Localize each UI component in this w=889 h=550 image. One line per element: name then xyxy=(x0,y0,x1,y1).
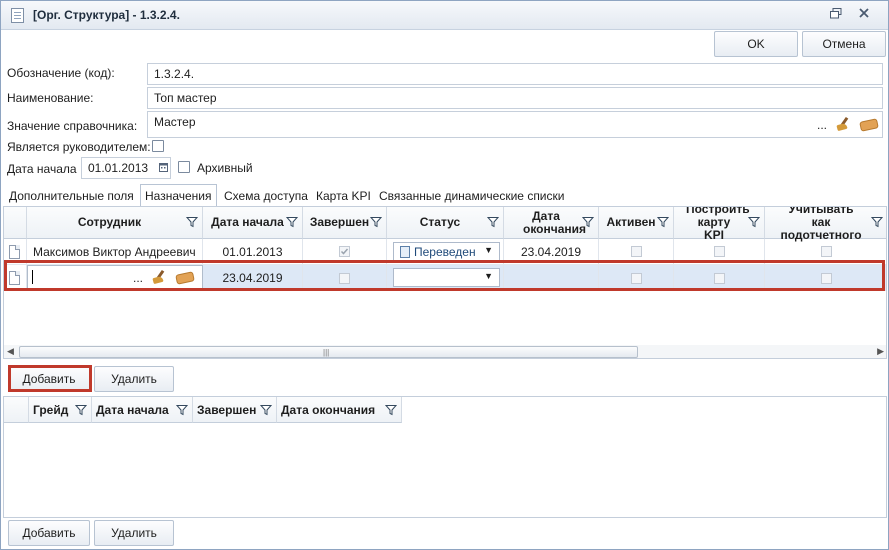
start-date-field[interactable]: 01.01.2013 xyxy=(81,157,171,179)
name-label: Наименование: xyxy=(7,91,94,105)
status-select[interactable]: Переведен ▼ xyxy=(393,242,500,261)
tab-linked-lists[interactable]: Связанные динамические списки xyxy=(375,187,568,206)
grades-grid: Грейд Дата начала Завершен Дата окончани… xyxy=(3,396,887,518)
tab-assignments[interactable]: Назначения xyxy=(140,184,217,207)
document-icon xyxy=(9,244,20,259)
filter-icon[interactable] xyxy=(260,404,272,416)
filter-icon[interactable] xyxy=(487,216,499,228)
ok-button[interactable]: OK xyxy=(714,31,798,57)
tab-access-scheme[interactable]: Схема доступа xyxy=(220,187,312,206)
restore-icon[interactable] xyxy=(823,4,849,22)
scroll-thumb[interactable]: ||| xyxy=(19,346,638,358)
delete-button[interactable]: Удалить xyxy=(94,366,174,392)
column-grade-completed[interactable]: Завершен xyxy=(193,397,277,423)
filter-icon[interactable] xyxy=(657,216,669,228)
filter-icon[interactable] xyxy=(748,216,760,228)
dict-ellipsis-button[interactable]: ... xyxy=(817,118,827,132)
add-grade-button[interactable]: Добавить xyxy=(8,520,90,546)
chevron-down-icon[interactable]: ▼ xyxy=(484,245,493,255)
filter-icon[interactable] xyxy=(582,216,594,228)
column-completed[interactable]: Завершен xyxy=(303,207,387,239)
cancel-button[interactable]: Отмена xyxy=(802,31,886,57)
column-status[interactable]: Статус xyxy=(387,207,504,239)
active-checkbox[interactable] xyxy=(630,246,642,257)
grip-icon: ||| xyxy=(323,348,330,357)
code-field[interactable]: 1.3.2.4. xyxy=(147,63,883,85)
window-title: [Орг. Структура] - 1.3.2.4. xyxy=(33,8,180,22)
filter-icon[interactable] xyxy=(75,404,87,416)
close-icon[interactable] xyxy=(851,4,877,22)
status-icon xyxy=(400,245,410,258)
dict-label: Значение справочника: xyxy=(7,119,138,133)
add-button-highlight xyxy=(8,365,92,392)
column-build-kpi[interactable]: Построить карту KPI xyxy=(674,207,765,242)
scroll-left-icon[interactable]: ◀ xyxy=(7,346,14,357)
delete-grade-button[interactable]: Удалить xyxy=(94,520,174,546)
archived-checkbox[interactable] xyxy=(178,161,190,173)
dict-value: Мастер xyxy=(154,115,196,129)
start-date-label: Дата начала xyxy=(7,162,77,176)
document-icon xyxy=(11,8,24,23)
column-active[interactable]: Активен xyxy=(599,207,674,239)
kpi-checkbox[interactable] xyxy=(713,246,725,257)
filter-icon[interactable] xyxy=(176,404,188,416)
scroll-right-icon[interactable]: ▶ xyxy=(877,346,884,357)
tab-kpi-map[interactable]: Карта KPI xyxy=(312,187,375,206)
head-label: Является руководителем: xyxy=(7,140,151,154)
column-grade-start[interactable]: Дата начала xyxy=(92,397,193,423)
filter-icon[interactable] xyxy=(385,404,397,416)
calendar-icon[interactable] xyxy=(159,161,168,172)
dialog-window: [Орг. Структура] - 1.3.2.4. OK Отмена Об… xyxy=(0,0,889,550)
row-header-column xyxy=(4,397,29,423)
row-highlight-frame xyxy=(4,260,885,291)
completed-checkbox[interactable] xyxy=(339,246,350,257)
column-grade-end[interactable]: Дата окончания xyxy=(277,397,402,423)
code-label: Обозначение (код): xyxy=(7,66,115,80)
tab-additional-fields[interactable]: Дополнительные поля xyxy=(5,187,138,206)
head-checkbox[interactable] xyxy=(152,140,164,152)
dict-field[interactable]: Мастер ... xyxy=(147,111,883,138)
eraser-icon[interactable] xyxy=(859,118,879,132)
horizontal-scrollbar[interactable]: ◀ ||| ▶ xyxy=(4,345,886,358)
name-field[interactable]: Топ мастер xyxy=(147,87,883,109)
filter-icon[interactable] xyxy=(370,216,382,228)
column-subordinate[interactable]: Учитывать как подотчетного xyxy=(765,207,886,242)
archived-label: Архивный xyxy=(197,161,253,175)
filter-icon[interactable] xyxy=(871,216,883,228)
column-start-date[interactable]: Дата начала xyxy=(203,207,303,239)
brush-icon[interactable] xyxy=(836,117,854,131)
row-header-column xyxy=(4,207,27,239)
column-end-date[interactable]: Дата окончания xyxy=(504,207,599,239)
filter-icon[interactable] xyxy=(186,216,198,228)
title-bar: [Орг. Структура] - 1.3.2.4. xyxy=(1,1,888,30)
column-employee[interactable]: Сотрудник xyxy=(27,207,203,239)
subordinate-checkbox[interactable] xyxy=(820,246,832,257)
column-grade[interactable]: Грейд xyxy=(29,397,92,423)
filter-icon[interactable] xyxy=(286,216,298,228)
